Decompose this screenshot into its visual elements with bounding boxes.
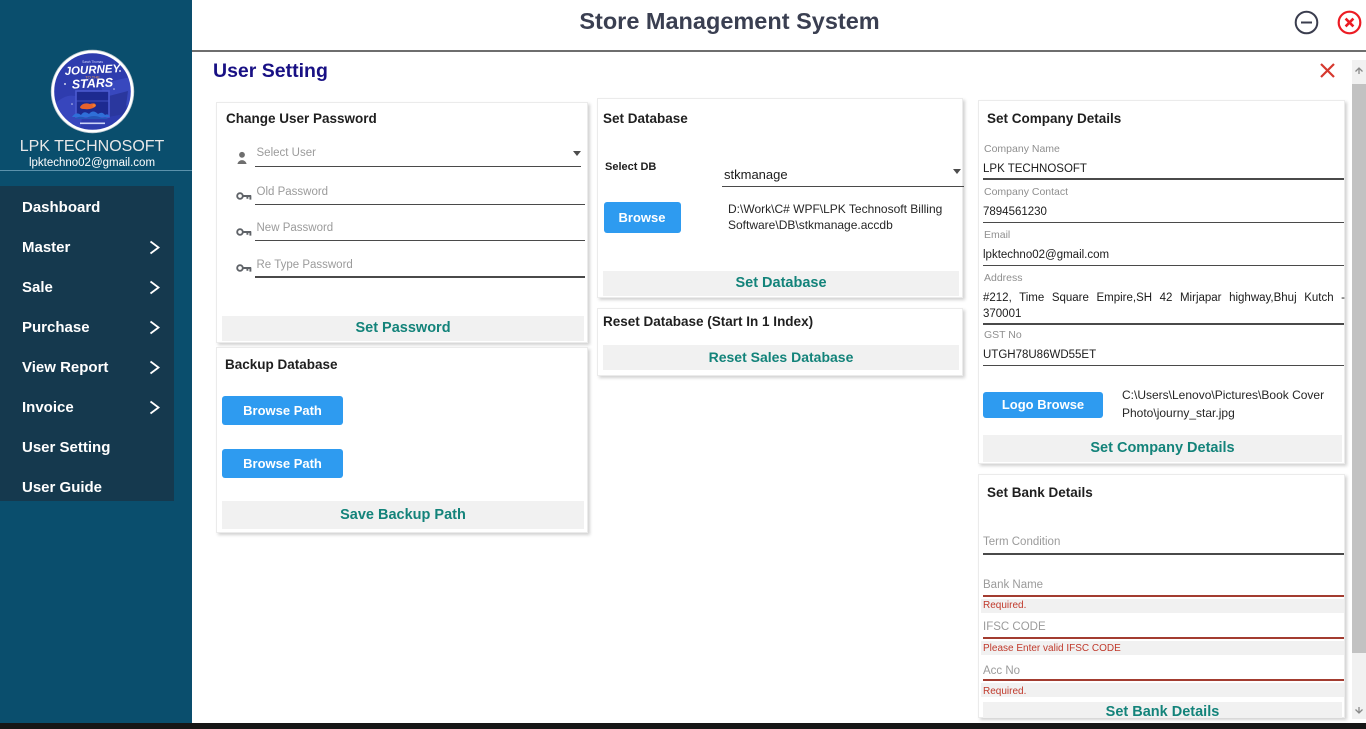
svg-text:STARS: STARS [71, 75, 114, 91]
